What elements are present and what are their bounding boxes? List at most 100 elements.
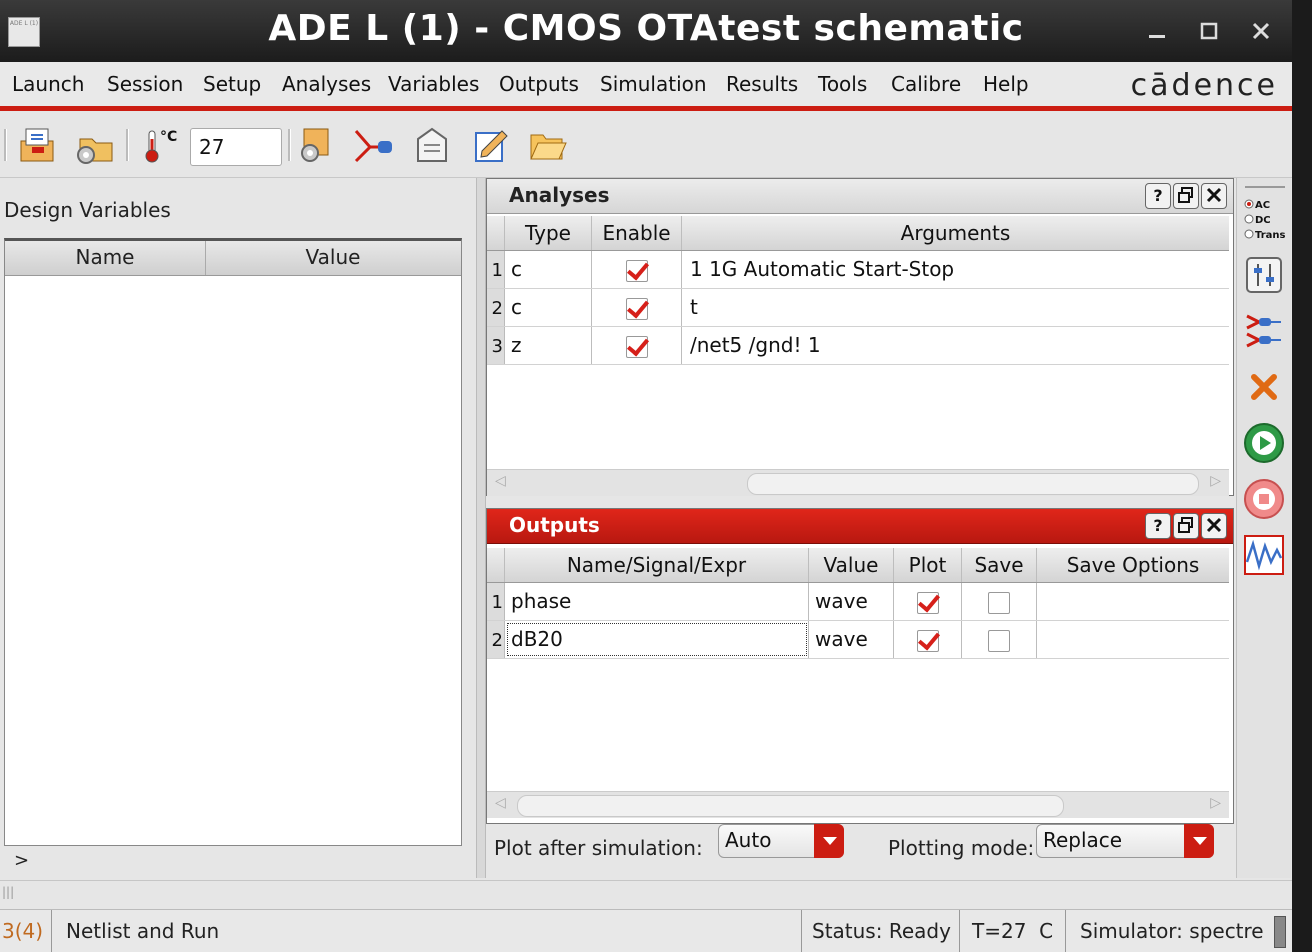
analysis-arguments-cell[interactable]: t: [682, 289, 1229, 326]
table-row[interactable]: 1 phase wave: [487, 583, 1229, 621]
output-name-cell[interactable]: dB20: [505, 621, 809, 658]
open-folder-button[interactable]: [528, 125, 568, 165]
outputs-restore-button[interactable]: [1173, 513, 1199, 539]
menu-help[interactable]: Help: [983, 72, 1029, 96]
command-prompt[interactable]: >: [14, 850, 29, 871]
tune-parameters-button[interactable]: [1241, 252, 1287, 298]
menu-launch[interactable]: Launch: [12, 72, 84, 96]
analyses-close-button[interactable]: [1201, 183, 1227, 209]
analysis-arguments-cell[interactable]: 1 1G Automatic Start-Stop: [682, 251, 1229, 288]
column-header-plot[interactable]: Plot: [894, 548, 962, 582]
column-header-name-signal-expr[interactable]: Name/Signal/Expr: [505, 548, 809, 582]
analysis-type-cell[interactable]: z: [505, 327, 592, 364]
edit-variables-button[interactable]: [352, 125, 392, 165]
outputs-close-button[interactable]: [1201, 513, 1227, 539]
load-state-button[interactable]: [18, 125, 58, 165]
plot-outputs-icon: [1244, 535, 1284, 575]
edit-button[interactable]: [472, 125, 512, 165]
save-checkbox[interactable]: [988, 591, 1010, 614]
netlist-icon: [1246, 314, 1281, 348]
choice-ac[interactable]: AC: [1255, 200, 1270, 211]
choice-trans[interactable]: Trans: [1255, 230, 1286, 241]
output-save-options-cell[interactable]: [1037, 621, 1229, 658]
column-header-type[interactable]: Type: [505, 216, 592, 250]
table-row[interactable]: 2 dB20 wave: [487, 621, 1229, 659]
design-variables-panel: Design Variables Name Value >: [0, 178, 476, 880]
scrollbar-thumb[interactable]: [517, 795, 1064, 817]
copy-variables-button[interactable]: [412, 125, 452, 165]
analyses-help-button[interactable]: ?: [1145, 183, 1171, 209]
table-row[interactable]: 1 c 1 1G Automatic Start-Stop: [487, 251, 1229, 289]
plot-outputs-button[interactable]: [1241, 532, 1287, 578]
outputs-help-button[interactable]: ?: [1145, 513, 1171, 539]
menu-results[interactable]: Results: [726, 72, 798, 96]
output-save-options-cell[interactable]: [1037, 583, 1229, 620]
status-temperature-value: T=27: [972, 919, 1027, 943]
temperature-button[interactable]: °C: [140, 125, 180, 165]
menu-analyses[interactable]: Analyses: [282, 72, 371, 96]
close-button[interactable]: [1244, 14, 1278, 48]
scroll-left-icon[interactable]: ◁: [495, 473, 506, 489]
chevron-down-icon[interactable]: [814, 824, 844, 858]
netlist-button[interactable]: [1241, 308, 1287, 354]
column-header-value[interactable]: Value: [205, 245, 461, 269]
save-checkbox[interactable]: [988, 629, 1010, 652]
plotting-mode-value: Replace: [1043, 828, 1123, 852]
outputs-horizontal-scrollbar[interactable]: ◁ ▷: [487, 791, 1229, 818]
minimize-button[interactable]: [1140, 14, 1174, 48]
menu-session[interactable]: Session: [107, 72, 183, 96]
plotting-mode-select[interactable]: Replace: [1036, 824, 1214, 858]
plot-after-simulation-select[interactable]: Auto: [718, 824, 844, 858]
column-header-save[interactable]: Save: [962, 548, 1037, 582]
design-variables-table[interactable]: Name Value: [4, 238, 462, 846]
run-button[interactable]: [1241, 420, 1287, 466]
analysis-type-cell[interactable]: c: [505, 289, 592, 326]
delete-button[interactable]: [1241, 364, 1287, 410]
load-state-icon: [20, 128, 54, 162]
scroll-right-icon[interactable]: ▷: [1210, 473, 1221, 489]
scrollbar-thumb[interactable]: [747, 473, 1199, 495]
minimize-icon: [1149, 35, 1165, 38]
choice-dc[interactable]: DC: [1255, 215, 1271, 226]
delete-icon: [1251, 374, 1277, 400]
analysis-choice-group[interactable]: AC DC Trans: [1241, 194, 1287, 246]
analyses-horizontal-scrollbar[interactable]: ◁ ▷: [487, 469, 1229, 496]
menu-setup[interactable]: Setup: [203, 72, 261, 96]
column-header-save-options[interactable]: Save Options: [1037, 548, 1229, 582]
menu-simulation[interactable]: Simulation: [600, 72, 707, 96]
column-header-name[interactable]: Name: [5, 245, 205, 269]
enable-checkbox[interactable]: [625, 335, 648, 358]
column-header-arguments[interactable]: Arguments: [682, 216, 1229, 250]
maximize-button[interactable]: [1192, 14, 1226, 48]
table-row[interactable]: 3 z /net5 /gnd! 1: [487, 327, 1229, 365]
bottom-scrollbar[interactable]: |||: [0, 880, 1292, 909]
chevron-down-icon[interactable]: [1184, 824, 1214, 858]
save-state-button[interactable]: [72, 125, 113, 165]
plot-checkbox[interactable]: [916, 591, 939, 614]
output-name-cell[interactable]: phase: [505, 583, 809, 620]
column-header-enable[interactable]: Enable: [592, 216, 682, 250]
table-row[interactable]: 2 c t: [487, 289, 1229, 327]
temperature-unit: °C: [160, 129, 177, 145]
analysis-type-cell[interactable]: c: [505, 251, 592, 288]
plot-checkbox[interactable]: [916, 629, 939, 652]
panel-splitter[interactable]: [476, 178, 486, 878]
menu-calibre[interactable]: Calibre: [891, 72, 961, 96]
menu-variables[interactable]: Variables: [388, 72, 479, 96]
cadence-logo: cādence: [1130, 68, 1278, 103]
menu-outputs[interactable]: Outputs: [499, 72, 579, 96]
setup-model-libraries-icon: [301, 128, 329, 162]
setup-model-libraries-button[interactable]: [294, 125, 334, 165]
stop-button[interactable]: [1241, 476, 1287, 522]
scroll-right-icon[interactable]: ▷: [1210, 795, 1221, 811]
scroll-left-icon[interactable]: ◁: [495, 795, 506, 811]
analysis-arguments-cell[interactable]: /net5 /gnd! 1: [682, 327, 1229, 364]
menu-tools[interactable]: Tools: [818, 72, 867, 96]
analyses-restore-button[interactable]: [1173, 183, 1199, 209]
status-simulator: Simulator: spectre: [1080, 919, 1264, 943]
enable-checkbox[interactable]: [625, 297, 648, 320]
close-icon: [1206, 517, 1222, 533]
column-header-value[interactable]: Value: [809, 548, 894, 582]
temperature-input[interactable]: 27: [190, 128, 282, 166]
enable-checkbox[interactable]: [625, 259, 648, 282]
